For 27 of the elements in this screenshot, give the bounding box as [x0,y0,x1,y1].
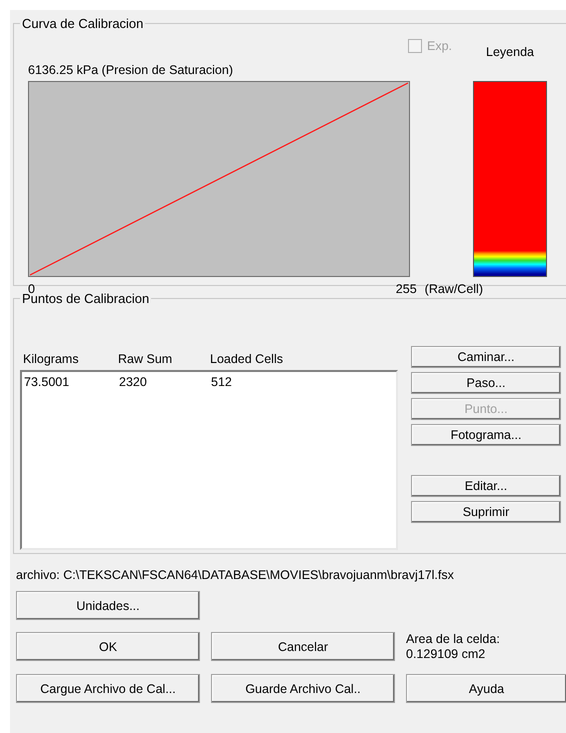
column-header: Kilograms [23,352,80,368]
save-button[interactable]: Guarde Archivo Cal.. [211,674,395,703]
cell-area-label: Area de la celda: [406,632,501,647]
list-cell-text: 2320 [119,375,148,389]
action-button[interactable]: Paso... [411,372,561,394]
cell-area-value: 0.129109 cm2 [406,647,486,662]
column-header: Loaded Cells [210,352,284,368]
points-list[interactable]: 73.5001 2320 512 [20,370,398,550]
group-title: Curva de Calibracion [21,16,144,31]
help-button[interactable]: Ayuda [406,674,566,703]
ok-button[interactable]: OK [16,632,200,661]
units-button[interactable]: Unidades... [16,591,200,620]
column-header: Raw Sum [118,352,174,368]
y-max-label: 6136.25 kPa (Presion de Saturacion) [28,63,234,79]
action-button[interactable]: Caminar... [411,346,561,368]
list-cell-text: 73.5001 [24,375,70,389]
list-cell-text: 512 [211,375,233,389]
load-button[interactable]: Cargue Archivo de Cal... [16,674,200,703]
x-unit-label: (Raw/Cell) [424,282,483,296]
action-button[interactable]: Suprimir [411,501,561,523]
action-button[interactable]: Editar... [411,475,561,497]
x-min-label: 0 [28,282,35,296]
x-max-label: 255 [396,282,417,296]
file-path: archivo: C:\TEKSCAN\FSCAN64\DATABASE\MOVIES\bravojuanm\bravj17l.fsx [16,568,455,582]
cancel-button[interactable]: Cancelar [211,632,395,661]
action-button[interactable]: Fotograma... [411,424,561,446]
legend-title: Leyenda [486,45,534,59]
